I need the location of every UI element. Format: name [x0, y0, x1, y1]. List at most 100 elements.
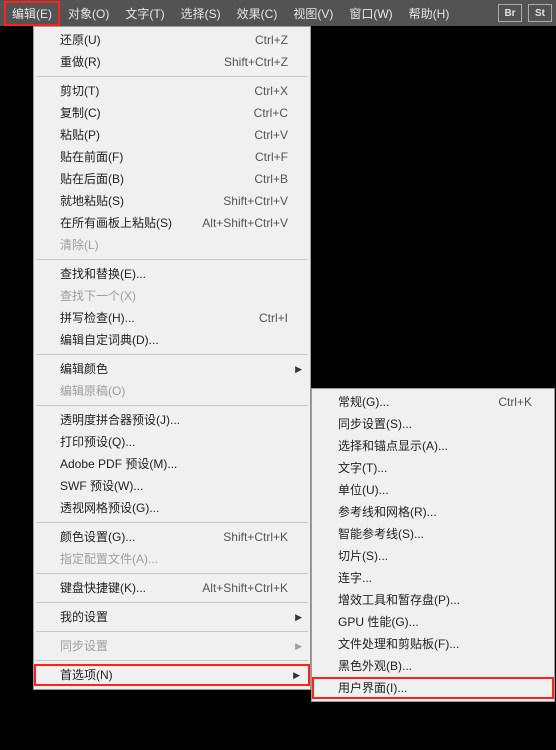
- menu-item-shortcut: Alt+Shift+Ctrl+V: [202, 215, 288, 231]
- menu-item-label: 同步设置(S)...: [338, 416, 532, 432]
- menu-item[interactable]: 重做(R)Shift+Ctrl+Z: [34, 51, 310, 73]
- submenu-arrow-icon: ▶: [295, 638, 302, 654]
- menu-item-label: 就地粘贴(S): [60, 193, 211, 209]
- menu-item-label: 用户界面(I)...: [338, 680, 532, 696]
- menu-separator: [36, 660, 308, 661]
- menu-item-label: 拼写检查(H)...: [60, 310, 247, 326]
- menu-item-label: 连字...: [338, 570, 532, 586]
- menu-item[interactable]: 黑色外观(B)...: [312, 655, 554, 677]
- menu-item[interactable]: 还原(U) Ctrl+Z: [34, 29, 310, 51]
- menu-item[interactable]: 选择和锚点显示(A)...: [312, 435, 554, 457]
- menu-item-label: 剪切(T): [60, 83, 242, 99]
- menu-item-label: 增效工具和暂存盘(P)...: [338, 592, 532, 608]
- menubar-item[interactable]: 视图(V): [285, 1, 341, 26]
- menu-item: 清除(L): [34, 234, 310, 256]
- menu-item[interactable]: GPU 性能(G)...: [312, 611, 554, 633]
- menu-item-label: 文字(T)...: [338, 460, 532, 476]
- menu-item[interactable]: 复制(C) Ctrl+C: [34, 102, 310, 124]
- menu-item: 指定配置文件(A)...: [34, 548, 310, 570]
- menu-separator: [36, 405, 308, 406]
- menu-item-label: 复制(C): [60, 105, 242, 121]
- br-app-icon[interactable]: Br: [498, 4, 522, 22]
- menu-item[interactable]: 颜色设置(G)...Shift+Ctrl+K: [34, 526, 310, 548]
- menu-item-label: 查找和替换(E)...: [60, 266, 288, 282]
- menu-item-label: 透视网格预设(G)...: [60, 500, 288, 516]
- menu-item-label: 编辑原稿(O): [60, 383, 288, 399]
- menu-item-label: 常规(G)...: [338, 394, 486, 410]
- menu-item[interactable]: 增效工具和暂存盘(P)...: [312, 589, 554, 611]
- menu-item[interactable]: 编辑自定词典(D)...: [34, 329, 310, 351]
- menu-item[interactable]: 切片(S)...: [312, 545, 554, 567]
- menu-item-label: 查找下一个(X): [60, 288, 288, 304]
- menu-item[interactable]: 剪切(T) Ctrl+X: [34, 80, 310, 102]
- menu-item[interactable]: 打印预设(Q)...: [34, 431, 310, 453]
- menu-item-shortcut: Shift+Ctrl+V: [223, 193, 288, 209]
- menu-item-shortcut: Ctrl+B: [254, 171, 288, 187]
- menu-item[interactable]: 透明度拼合器预设(J)...: [34, 409, 310, 431]
- menubar-item[interactable]: 效果(C): [229, 1, 286, 26]
- menu-item-shortcut: Ctrl+X: [254, 83, 288, 99]
- menu-item[interactable]: 我的设置 ▶: [34, 606, 310, 628]
- menu-item[interactable]: 智能参考线(S)...: [312, 523, 554, 545]
- menu-item[interactable]: 贴在前面(F)Ctrl+F: [34, 146, 310, 168]
- menu-item[interactable]: 就地粘贴(S) Shift+Ctrl+V: [34, 190, 310, 212]
- menu-item: 查找下一个(X): [34, 285, 310, 307]
- menu-separator: [36, 259, 308, 260]
- menu-item-shortcut: Ctrl+Z: [255, 32, 288, 48]
- menu-item[interactable]: 在所有画板上粘贴(S) Alt+Shift+Ctrl+V: [34, 212, 310, 234]
- menu-separator: [36, 573, 308, 574]
- menu-item[interactable]: SWF 预设(W)...: [34, 475, 310, 497]
- menu-item-label: 文件处理和剪贴板(F)...: [338, 636, 532, 652]
- menu-item-label: 贴在前面(F): [60, 149, 243, 165]
- menu-item[interactable]: 同步设置(S)...: [312, 413, 554, 435]
- menu-item-label: 我的设置: [60, 609, 288, 625]
- menu-item-label: 贴在后面(B): [60, 171, 242, 187]
- menu-item-shortcut: Ctrl+I: [259, 310, 288, 326]
- menu-item[interactable]: 查找和替换(E)...: [34, 263, 310, 285]
- menu-item[interactable]: 参考线和网格(R)...: [312, 501, 554, 523]
- menu-item[interactable]: 透视网格预设(G)...: [34, 497, 310, 519]
- st-app-icon[interactable]: St: [528, 4, 552, 22]
- menu-item[interactable]: 编辑颜色▶: [34, 358, 310, 380]
- menu-item: 同步设置 ▶: [34, 635, 310, 657]
- menu-item[interactable]: 粘贴(P)Ctrl+V: [34, 124, 310, 146]
- menu-item-label: 黑色外观(B)...: [338, 658, 532, 674]
- menu-item[interactable]: 文字(T)...: [312, 457, 554, 479]
- menubar-item[interactable]: 文字(T): [117, 1, 172, 26]
- menu-item-label: GPU 性能(G)...: [338, 614, 532, 630]
- menu-item-label: 单位(U)...: [338, 482, 532, 498]
- menu-item[interactable]: Adobe PDF 预设(M)...: [34, 453, 310, 475]
- menu-item-label: 编辑自定词典(D)...: [60, 332, 288, 348]
- menubar-item[interactable]: 编辑(E): [4, 1, 60, 26]
- menu-item-label: 打印预设(Q)...: [60, 434, 288, 450]
- menu-item-label: 同步设置: [60, 638, 288, 654]
- menu-item[interactable]: 键盘快捷键(K)... Alt+Shift+Ctrl+K: [34, 577, 310, 599]
- menubar-item[interactable]: 窗口(W): [341, 1, 400, 26]
- submenu-arrow-icon: ▶: [295, 609, 302, 625]
- menu-item-label: 选择和锚点显示(A)...: [338, 438, 532, 454]
- submenu-arrow-icon: ▶: [293, 667, 300, 683]
- menu-item[interactable]: 文件处理和剪贴板(F)...: [312, 633, 554, 655]
- menu-item-shortcut: Alt+Shift+Ctrl+K: [202, 580, 288, 596]
- menu-item-label: 在所有画板上粘贴(S): [60, 215, 190, 231]
- menu-separator: [36, 602, 308, 603]
- menu-item-label: 还原(U): [60, 32, 243, 48]
- menu-separator: [36, 522, 308, 523]
- menu-item[interactable]: 用户界面(I)...: [312, 677, 554, 699]
- menu-item-shortcut: Shift+Ctrl+K: [223, 529, 288, 545]
- menu-item[interactable]: 贴在后面(B) Ctrl+B: [34, 168, 310, 190]
- menu-item[interactable]: 连字...: [312, 567, 554, 589]
- menu-item[interactable]: 拼写检查(H)... Ctrl+I: [34, 307, 310, 329]
- menu-item-label: 编辑颜色: [60, 361, 288, 377]
- menubar-item[interactable]: 对象(O): [60, 1, 117, 26]
- menu-item-label: 键盘快捷键(K)...: [60, 580, 190, 596]
- menu-item-shortcut: Ctrl+K: [498, 394, 532, 410]
- menu-item-shortcut: Shift+Ctrl+Z: [224, 54, 288, 70]
- menu-item[interactable]: 首选项(N)▶: [34, 664, 310, 686]
- preferences-submenu-panel: 常规(G)... Ctrl+K 同步设置(S)... 选择和锚点显示(A)... 文字(…: [311, 388, 555, 702]
- menu-item-shortcut: Ctrl+C: [254, 105, 288, 121]
- menubar-item[interactable]: 选择(S): [173, 1, 229, 26]
- menubar-item[interactable]: 帮助(H): [401, 1, 458, 26]
- menu-item[interactable]: 常规(G)... Ctrl+K: [312, 391, 554, 413]
- menu-item[interactable]: 单位(U)...: [312, 479, 554, 501]
